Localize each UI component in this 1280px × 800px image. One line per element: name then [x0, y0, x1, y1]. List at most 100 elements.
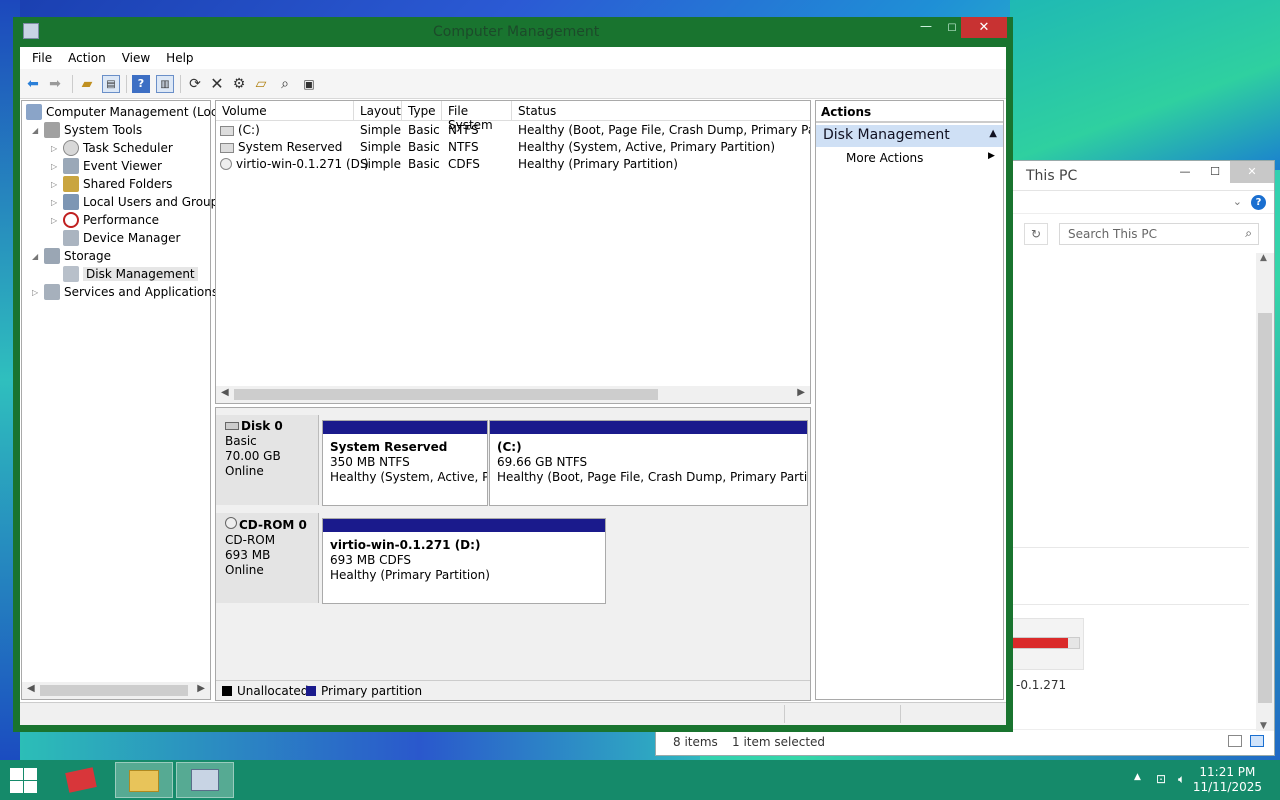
computer-management-icon	[26, 104, 42, 120]
taskbar-app-file-explorer[interactable]	[115, 762, 173, 798]
taskbar-app-computer-management[interactable]	[176, 762, 234, 798]
tree-item-services-applications[interactable]: ▷ Services and Applications	[32, 283, 218, 301]
search-icon: ⌕	[1245, 226, 1252, 240]
status-divider	[784, 705, 785, 723]
show-hidden-icons-icon[interactable]: ▲	[1134, 772, 1141, 782]
chevron-down-icon[interactable]: ⌄	[1233, 195, 1242, 208]
actions-header: Actions	[816, 101, 1003, 123]
search-icon[interactable]: ⌕	[276, 75, 294, 93]
clock[interactable]: 11:21 PM 11/11/2025	[1193, 765, 1262, 795]
expand-arrow-icon[interactable]: ▷	[51, 180, 63, 189]
partition-c-drive[interactable]: (C:) 69.66 GB NTFS Healthy (Boot, Page F…	[489, 420, 808, 506]
actions-section-disk-management[interactable]: Disk Management ▲	[816, 125, 1003, 147]
search-input[interactable]: Search This PC ⌕	[1059, 223, 1259, 245]
details-view-icon[interactable]	[1228, 735, 1242, 747]
tree-item-storage[interactable]: ◢ Storage	[32, 247, 111, 265]
scrollbar-thumb[interactable]	[234, 389, 658, 400]
show-hide-tree-icon[interactable]: ▤	[102, 75, 120, 93]
console-icon[interactable]: ▣	[300, 75, 318, 93]
table-row[interactable]: (C:) Simple Basic NTFS Healthy (Boot, Pa…	[216, 122, 810, 139]
menu-action[interactable]: Action	[60, 47, 114, 69]
window-title-bar[interactable]: Computer Management — ☐ ✕	[13, 17, 1013, 47]
scrollbar-thumb[interactable]	[40, 685, 188, 696]
tree-item-local-users[interactable]: ▷ Local Users and Groups	[51, 193, 225, 211]
partition-system-reserved[interactable]: System Reserved 350 MB NTFS Healthy (Sys…	[322, 420, 488, 506]
tree-item-system-tools[interactable]: ◢ System Tools	[32, 121, 142, 139]
hard-disk-icon	[225, 422, 239, 430]
partition-virtio-win[interactable]: virtio-win-0.1.271 (D:) 693 MB CDFS Heal…	[322, 518, 606, 604]
collapse-up-icon[interactable]: ▲	[989, 128, 997, 139]
taskbar: ▲ ⊡ 🔈︎ 11:21 PM 11/11/2025	[0, 760, 1280, 800]
tree-horizontal-scrollbar[interactable]: ◀ ▶	[22, 682, 210, 699]
drive-label[interactable]: -0.1.271	[1016, 678, 1066, 692]
tree-item-device-manager[interactable]: Device Manager	[63, 229, 180, 247]
column-header-file-system[interactable]: File System	[442, 101, 512, 132]
help-icon[interactable]: ?	[132, 75, 150, 93]
expand-arrow-icon[interactable]: ▷	[32, 288, 44, 297]
window-title: Computer Management	[433, 24, 600, 40]
open-folder-icon[interactable]: ▱	[252, 75, 270, 93]
tree-item-computer-management[interactable]: Computer Management (Local	[26, 103, 228, 121]
scroll-left-icon[interactable]: ◀	[27, 683, 35, 694]
expand-arrow-icon[interactable]: ▷	[51, 162, 63, 171]
table-row[interactable]: virtio-win-0.1.271 (D:) Simple Basic CDF…	[216, 156, 810, 173]
collapse-arrow-icon[interactable]: ◢	[32, 252, 44, 261]
partition-status: Healthy (Boot, Page File, Crash Dump, Pr…	[497, 470, 807, 484]
column-header-type[interactable]: Type	[402, 101, 442, 121]
up-folder-icon[interactable]: ▰	[78, 75, 96, 93]
large-icons-view-icon[interactable]	[1250, 735, 1264, 747]
volume-icon	[220, 143, 234, 153]
forward-arrow-icon[interactable]: ➡	[46, 75, 64, 93]
tree-item-performance[interactable]: ▷ Performance	[51, 211, 159, 229]
collapse-arrow-icon[interactable]: ◢	[32, 126, 44, 135]
menu-help[interactable]: Help	[158, 47, 201, 69]
scroll-right-icon[interactable]: ▶	[797, 387, 805, 398]
explorer-close-button[interactable]: ✕	[1230, 161, 1274, 183]
expand-arrow-icon[interactable]: ▷	[51, 216, 63, 225]
explorer-minimize-button[interactable]: —	[1170, 161, 1200, 183]
menu-file[interactable]: File	[24, 47, 60, 69]
tree-item-label: Performance	[83, 213, 160, 227]
scroll-right-icon[interactable]: ▶	[197, 683, 205, 694]
disk-0-label[interactable]: Disk 0 Basic 70.00 GB Online	[216, 415, 319, 505]
more-actions-item[interactable]: More Actions ▶	[846, 151, 995, 165]
expand-arrow-icon[interactable]: ▷	[51, 198, 63, 207]
cdrom-0-label[interactable]: CD-ROM 0 CD-ROM 693 MB Online	[216, 513, 319, 603]
column-header-status[interactable]: Status	[512, 101, 810, 121]
start-button[interactable]	[8, 766, 38, 794]
scroll-left-icon[interactable]: ◀	[221, 387, 229, 398]
tree-item-label: Device Manager	[83, 231, 181, 245]
tree-item-shared-folders[interactable]: ▷ Shared Folders	[51, 175, 172, 193]
help-icon[interactable]: ?	[1251, 195, 1266, 210]
computer-management-window[interactable]: Computer Management — ☐ ✕ File Action Vi…	[13, 17, 1013, 732]
delete-icon[interactable]: ✕	[208, 75, 226, 93]
volume-list-horizontal-scrollbar[interactable]: ◀ ▶	[216, 386, 810, 403]
explorer-maximize-button[interactable]: ☐	[1200, 161, 1230, 183]
table-row[interactable]: System Reserved Simple Basic NTFS Health…	[216, 139, 810, 156]
navigation-tree[interactable]: Computer Management (Local ◢ System Tool…	[21, 100, 228, 700]
properties-icon[interactable]: ▥	[156, 75, 174, 93]
volume-icon[interactable]: 🔈︎	[1178, 772, 1185, 787]
scrollbar-thumb[interactable]	[1258, 313, 1272, 703]
close-button[interactable]: ✕	[961, 17, 1007, 38]
computer-management-icon[interactable]	[23, 23, 39, 39]
minimize-button[interactable]: —	[913, 19, 939, 39]
column-header-layout[interactable]: Layout	[354, 101, 402, 121]
tree-item-disk-management[interactable]: Disk Management	[63, 265, 198, 283]
back-arrow-icon[interactable]: ⬅	[24, 75, 42, 93]
tree-item-event-viewer[interactable]: ▷ Event Viewer	[51, 157, 162, 175]
volume-list[interactable]: Volume Layout Type File System Status (C…	[215, 100, 811, 404]
disk-graphical-view[interactable]: Disk 0 Basic 70.00 GB Online System Rese…	[215, 407, 811, 701]
settings-icon[interactable]: ⚙	[230, 75, 248, 93]
menu-view[interactable]: View	[114, 47, 158, 69]
tree-item-task-scheduler[interactable]: ▷ Task Scheduler	[51, 139, 173, 157]
taskbar-app-toolbox[interactable]	[52, 762, 110, 798]
refresh-button[interactable]: ↻	[1024, 223, 1048, 245]
explorer-vertical-scrollbar[interactable]: ▲ ▼	[1256, 253, 1274, 731]
column-header-volume[interactable]: Volume	[216, 101, 354, 121]
refresh-icon[interactable]: ⟳	[186, 75, 204, 93]
network-icon[interactable]: ⊡	[1156, 772, 1166, 786]
disk-type: CD-ROM	[225, 533, 276, 547]
scroll-up-icon[interactable]: ▲	[1260, 253, 1267, 263]
expand-arrow-icon[interactable]: ▷	[51, 144, 63, 153]
